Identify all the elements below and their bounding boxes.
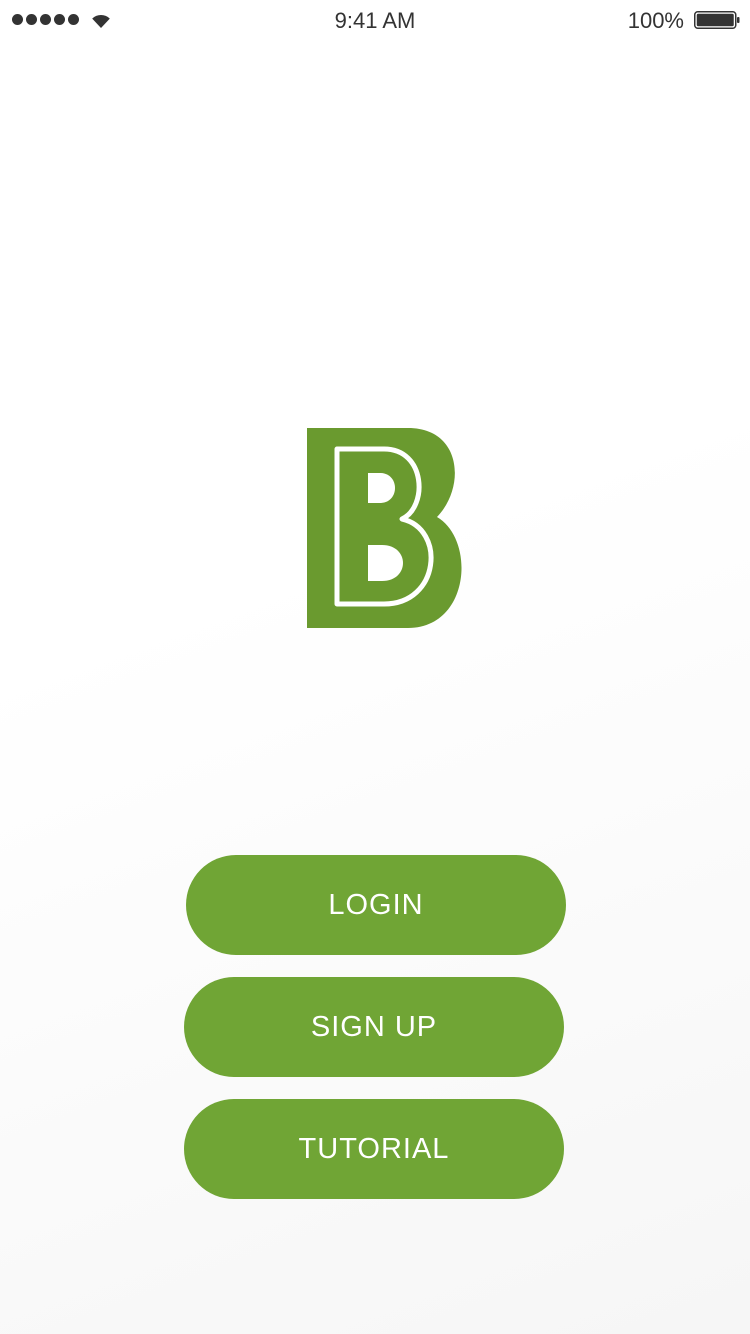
brand-logo-icon: [307, 428, 462, 628]
login-button[interactable]: LOGIN: [186, 855, 566, 955]
tutorial-button[interactable]: TUTORIAL: [184, 1099, 564, 1199]
battery-icon: [694, 11, 740, 29]
battery-percent: 100%: [627, 8, 684, 33]
status-bar: 9:41 AM 100%: [0, 0, 750, 40]
sign-up-button[interactable]: SIGN UP: [184, 977, 564, 1077]
